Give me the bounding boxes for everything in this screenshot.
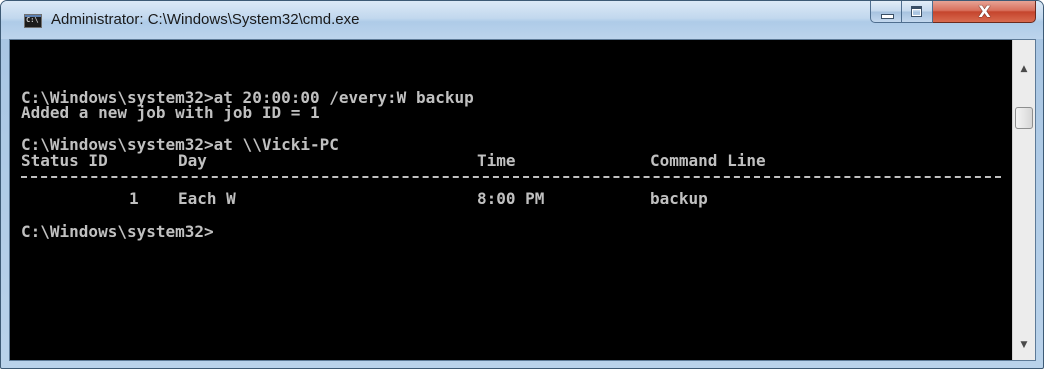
app-icon-label: C:\ xyxy=(26,16,39,24)
close-button[interactable]: X xyxy=(933,1,1036,23)
table-header-command-line: Command Line xyxy=(650,151,766,170)
console-area[interactable]: C:\Windows\system32>at 20:00:00 /every:W… xyxy=(9,39,1036,361)
output-line-job-added: Added a new job with job ID = 1 xyxy=(21,103,320,122)
scroll-down-arrow-icon[interactable]: ▼ xyxy=(1013,336,1035,354)
title-bar[interactable]: C:\ Administrator: C:\Windows\System32\c… xyxy=(1,1,1043,39)
maximize-icon xyxy=(911,6,922,17)
table-cell-time: 8:00 PM xyxy=(477,189,545,208)
console-output[interactable]: C:\Windows\system32>at 20:00:00 /every:W… xyxy=(10,40,1012,360)
minimize-icon xyxy=(881,14,894,19)
cmd-app-icon[interactable]: C:\ xyxy=(24,14,42,28)
table-header-status-id: Status ID xyxy=(21,151,108,170)
maximize-button[interactable] xyxy=(902,1,933,23)
table-header-day: Day xyxy=(178,151,207,170)
table-separator xyxy=(21,176,1001,178)
prompt-line: C:\Windows\system32> xyxy=(21,222,214,241)
caption-buttons: X xyxy=(870,1,1036,23)
window-title: Administrator: C:\Windows\System32\cmd.e… xyxy=(51,11,360,28)
scrollbar-thumb[interactable] xyxy=(1015,107,1033,129)
close-icon: X xyxy=(978,2,991,21)
table-cell-id: 1 xyxy=(129,189,139,208)
table-cell-command: backup xyxy=(650,189,708,208)
table-header-time: Time xyxy=(477,151,516,170)
scroll-up-arrow-icon[interactable]: ▲ xyxy=(1013,60,1035,78)
table-cell-day: Each W xyxy=(178,189,236,208)
cmd-window: C:\ Administrator: C:\Windows\System32\c… xyxy=(0,0,1044,369)
vertical-scrollbar[interactable]: ▲ ▼ xyxy=(1012,40,1035,360)
minimize-button[interactable] xyxy=(870,1,902,23)
